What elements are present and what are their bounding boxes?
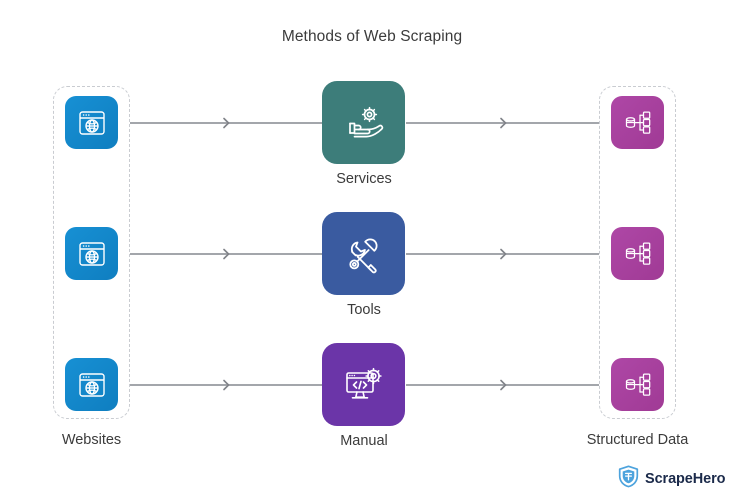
group-label-websites: Websites [61,432,122,448]
website-tile-1[interactable] [65,96,118,149]
chevron-right-icon [219,378,233,392]
chevron-right-icon [496,378,510,392]
connector-tools-to-structured-data [406,247,599,261]
chevron-right-icon [219,116,233,130]
method-tile-manual[interactable] [322,343,405,426]
connector-manual-to-structured-data [406,378,599,392]
chevron-right-icon [496,247,510,261]
method-label-manual: Manual [340,433,388,449]
scrapehero-shield-logo [618,465,639,493]
method-label-tools: Tools [347,302,381,318]
brand-name: ScrapeHero [645,471,726,487]
page-title: Methods of Web Scraping [281,28,463,45]
diagram-canvas: Methods of Web Scraping Services Tools M… [0,0,744,502]
group-label-structured-data: Structured Data [586,432,689,448]
connector-services-to-structured-data [406,116,599,130]
database-tree-icon [621,106,655,140]
connector-websites-to-manual [130,378,322,392]
monitor-code-gear-icon [338,359,390,411]
browser-globe-icon [75,237,109,271]
method-tile-services[interactable] [322,81,405,164]
website-tile-2[interactable] [65,227,118,280]
chevron-right-icon [496,116,510,130]
browser-globe-icon [75,106,109,140]
method-label-services: Services [336,171,392,187]
website-tile-3[interactable] [65,358,118,411]
database-tree-icon [621,237,655,271]
hand-gear-icon [338,97,390,149]
browser-globe-icon [75,368,109,402]
screwdriver-wrench-icon [339,229,389,279]
connector-websites-to-tools [130,247,322,261]
structured-data-tile-3[interactable] [611,358,664,411]
brand-logo: ScrapeHero [618,465,726,493]
structured-data-tile-2[interactable] [611,227,664,280]
database-tree-icon [621,368,655,402]
method-tile-tools[interactable] [322,212,405,295]
chevron-right-icon [219,247,233,261]
structured-data-tile-1[interactable] [611,96,664,149]
connector-websites-to-services [130,116,322,130]
